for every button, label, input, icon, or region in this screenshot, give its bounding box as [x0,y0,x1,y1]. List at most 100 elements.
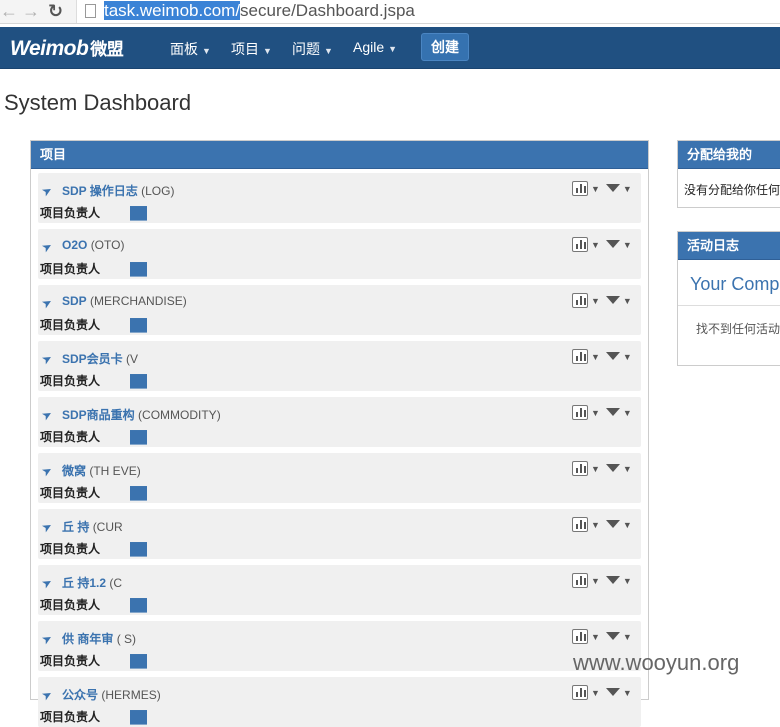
project-lead-value[interactable]: ██ [130,262,147,276]
chevron-down-icon[interactable]: ▼ [623,576,632,586]
app-header: Weimob 微盟 面板 ▼ 项目 ▼ 问题 ▼ Agile ▼ 创建 [0,27,780,69]
project-lead-value[interactable]: ██ [130,318,147,332]
chevron-down-icon[interactable]: ▼ [623,520,632,530]
project-row: ➤ SDP会员卡 (V 项目负责人 ██ ▼ ▼ [38,341,641,391]
menu-agile[interactable]: Agile ▼ [353,39,397,55]
filter-icon[interactable] [605,407,620,416]
project-lead-value[interactable]: ██ [130,654,147,668]
chart-icon[interactable] [572,349,588,365]
filter-icon[interactable] [605,351,620,360]
chart-icon[interactable] [572,181,588,197]
menu-dashboards[interactable]: 面板 ▼ [170,39,211,59]
chevron-down-icon[interactable]: ▼ [623,352,632,362]
project-lead: 项目负责人 ██ [40,708,147,725]
address-bar[interactable]: task.weimob.com/secure/Dashboard.jspa [76,0,780,23]
projects-gadget: 项目 ➤ SDP 操作日志 (LOG) 项目负责人 ██ ▼ ▼ ➤ O2O (OTO) 项目负… [30,140,649,727]
chevron-down-icon[interactable]: ▼ [591,296,600,306]
activity-gadget: 活动日志 Your Comp 找不到任何活动 [677,231,780,366]
project-row: ➤ 供 商年审 ( S) 项目负责人 ██ ▼ ▼ [38,621,641,671]
chart-icon[interactable] [572,517,588,533]
filter-icon[interactable] [605,575,620,584]
project-lead-value[interactable]: ██ [130,710,147,724]
watermark: www.wooyun.org [573,650,740,675]
back-icon[interactable]: ← [0,0,18,22]
project-name: 微窝 [62,464,87,478]
project-name-link[interactable]: 供 商年审 ( S) [62,630,136,647]
activity-stream-title[interactable]: Your Comp [678,260,780,306]
chevron-down-icon[interactable]: ▼ [623,464,632,474]
project-name: 丘 持 [62,520,90,534]
filter-icon[interactable] [605,463,620,472]
chevron-down-icon[interactable]: ▼ [591,184,600,194]
logo-cn-text: 微盟 [90,40,124,59]
filter-icon[interactable] [605,687,620,696]
rocket-icon: ➤ [39,406,55,424]
chevron-down-icon: ▼ [324,46,333,56]
chevron-down-icon[interactable]: ▼ [591,240,600,250]
project-lead-value[interactable]: ██ [130,206,147,220]
project-name-link[interactable]: SDP 操作日志 (LOG) [62,182,174,199]
filter-icon[interactable] [605,183,620,192]
chevron-down-icon[interactable]: ▼ [591,464,600,474]
chevron-down-icon[interactable]: ▼ [591,520,600,530]
menu-projects[interactable]: 项目 ▼ [231,39,272,59]
project-lead-value[interactable]: ██ [130,430,147,444]
project-name-link[interactable]: SDP (MERCHANDISE) [62,294,187,308]
chart-icon[interactable] [572,629,588,645]
chart-icon[interactable] [572,461,588,477]
project-name-link[interactable]: O2O (OTO) [62,238,124,252]
project-tools: ▼ ▼ [572,349,638,365]
gadget-title: 活动日志 [678,232,780,260]
create-button[interactable]: 创建 [421,33,469,61]
project-lead-value[interactable]: ██ [130,486,147,500]
forward-icon[interactable]: → [22,0,40,22]
project-key: (HERMES) [101,688,161,702]
chevron-down-icon[interactable]: ▼ [591,408,600,418]
project-lead-label: 项目负责人 [40,430,101,444]
chevron-down-icon[interactable]: ▼ [623,240,632,250]
project-name-link[interactable]: SDP商品重构 (COMMODITY) [62,406,221,423]
rocket-icon: ➤ [39,182,55,200]
project-name-link[interactable]: 微窝 (TH EVE) [62,462,141,479]
chevron-down-icon[interactable]: ▼ [623,184,632,194]
chevron-down-icon[interactable]: ▼ [591,576,600,586]
chevron-down-icon[interactable]: ▼ [591,632,600,642]
project-name: 公众号 [62,688,99,702]
project-tools: ▼ ▼ [572,293,638,309]
rocket-icon: ➤ [39,686,55,704]
chevron-down-icon[interactable]: ▼ [591,352,600,362]
project-lead-label: 项目负责人 [40,598,101,612]
project-lead-value[interactable]: ██ [130,374,147,388]
rocket-icon: ➤ [39,630,55,648]
project-lead-label: 项目负责人 [40,318,101,332]
menu-label: Agile [353,39,385,55]
chevron-down-icon[interactable]: ▼ [623,408,632,418]
url-text[interactable]: task.weimob.com/secure/Dashboard.jspa [104,1,415,21]
chevron-down-icon[interactable]: ▼ [623,632,632,642]
reload-icon[interactable]: ↻ [48,0,63,22]
chevron-down-icon: ▼ [202,46,211,56]
chart-icon[interactable] [572,293,588,309]
rocket-icon: ➤ [39,294,55,312]
project-name-link[interactable]: SDP会员卡 (V [62,350,138,367]
project-lead-label: 项目负责人 [40,710,101,724]
chart-icon[interactable] [572,237,588,253]
project-name-link[interactable]: 丘 持1.2 (C [62,574,122,591]
chevron-down-icon[interactable]: ▼ [623,296,632,306]
filter-icon[interactable] [605,519,620,528]
chart-icon[interactable] [572,405,588,421]
project-tools: ▼ ▼ [572,629,638,645]
filter-icon[interactable] [605,295,620,304]
filter-icon[interactable] [605,239,620,248]
weimob-logo[interactable]: Weimob 微盟 [10,35,124,61]
project-lead-value[interactable]: ██ [130,598,147,612]
project-name-link[interactable]: 公众号 (HERMES) [62,686,161,703]
activity-empty-text: 找不到任何活动 [696,322,780,336]
menu-issues[interactable]: 问题 ▼ [292,39,333,59]
filter-icon[interactable] [605,631,620,640]
page-title: System Dashboard [4,90,192,115]
project-lead-value[interactable]: ██ [130,542,147,556]
project-name-link[interactable]: 丘 持 (CUR [62,518,123,535]
chart-icon[interactable] [572,573,588,589]
project-lead: 项目负责人 ██ [40,652,147,669]
